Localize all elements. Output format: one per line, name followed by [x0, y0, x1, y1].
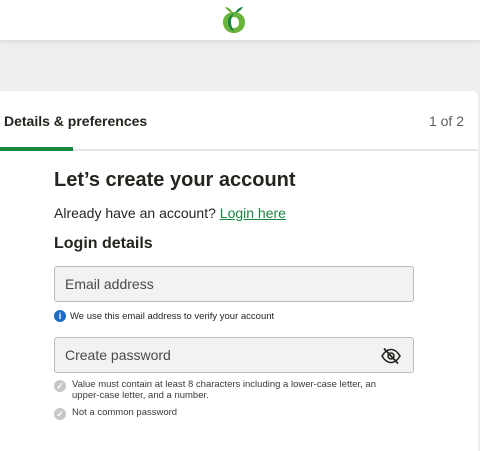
password-rule-text: Not a common password: [72, 407, 178, 418]
woolworths-logo-icon[interactable]: [217, 4, 251, 34]
section-title: Login details: [54, 235, 153, 252]
info-icon: i: [54, 310, 66, 322]
email-field-container[interactable]: [54, 266, 414, 302]
top-bar: [0, 0, 480, 40]
step-title: Details & preferences: [4, 113, 148, 129]
password-field[interactable]: [55, 338, 413, 372]
check-circle-icon: ✓: [54, 380, 66, 392]
email-field[interactable]: [55, 267, 413, 301]
signup-card: Details & preferences 1 of 2 Let’s creat…: [0, 91, 478, 451]
eye-slash-icon[interactable]: [381, 347, 401, 365]
email-hint-text: We use this email address to verify your…: [70, 311, 275, 322]
step-header: Details & preferences 1 of 2: [0, 91, 478, 151]
page-title: Let’s create your account: [54, 169, 296, 191]
password-field-container[interactable]: [54, 337, 414, 373]
login-prompt: Already have an account? Login here: [54, 205, 286, 221]
step-count: 1 of 2: [428, 113, 464, 129]
check-circle-icon: ✓: [54, 408, 66, 420]
login-prompt-text: Already have an account?: [54, 205, 216, 221]
password-rule-text: Value must contain at least 8 characters…: [72, 379, 376, 401]
login-link[interactable]: Login here: [220, 205, 286, 221]
step-progress-bar: [0, 147, 73, 151]
